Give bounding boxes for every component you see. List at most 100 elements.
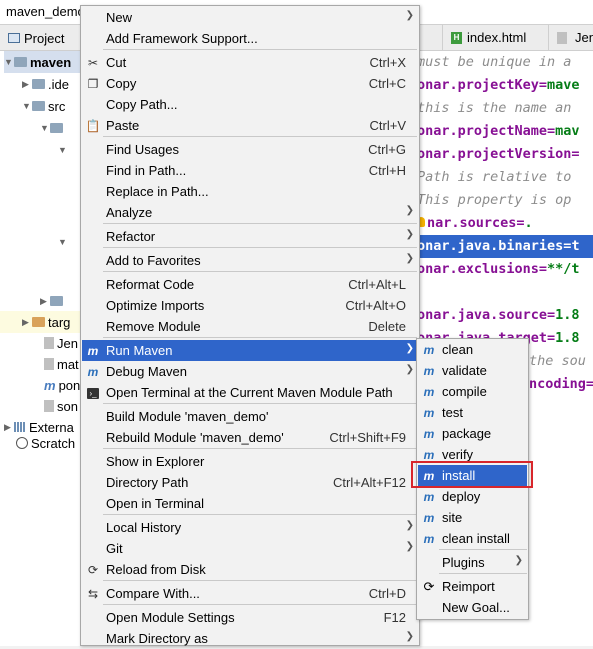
tree-item-sonar[interactable]: son [44,395,78,417]
menu-item-label: Compare With... [106,586,200,601]
menu-item-git[interactable]: Git ❯ [82,538,418,559]
tree-item-label: .ide [48,76,69,92]
code-line: must be unique in a [417,54,572,70]
menu-item-open-module-settings[interactable]: Open Module Settings F12 [82,607,418,628]
tree-item-scratches[interactable]: Scratch [16,432,75,454]
menu-item-shortcut: Ctrl+X [369,55,406,70]
menu-item-replace-in-path[interactable]: Replace in Path... [82,181,418,202]
menu-item-label: Reformat Code [106,277,195,292]
menu-item-label: Open in Terminal [106,496,205,511]
tree-item-pom[interactable]: m pon [44,374,80,396]
submenu-item-clean[interactable]: m clean [418,339,527,360]
tree-item-label: Scratch [31,435,76,451]
tree-item-sub2[interactable]: ▼ [58,231,68,253]
chevron-right-icon: ❯ [405,229,414,240]
cut-icon: ✂ [87,56,99,70]
menu-item-add-framework-support[interactable]: Add Framework Support... [82,28,418,49]
menu-item-paste[interactable]: 📋 Paste Ctrl+V [82,115,418,136]
tree-item-src[interactable]: ▼ src [22,95,65,117]
submenu-item-new-goal[interactable]: New Goal... [418,597,527,618]
menu-item-label: New [106,10,133,25]
code-line: the sou [529,353,586,369]
submenu-item-compile[interactable]: m compile [418,381,527,402]
menu-item-remove-module[interactable]: Remove Module Delete [82,316,418,337]
project-view-selector[interactable]: Project [8,29,64,47]
maven-goal-icon: m [423,385,435,399]
menu-item-find-in-path[interactable]: Find in Path... Ctrl+H [82,160,418,181]
tree-item-sub[interactable]: ▼ [58,139,68,161]
file-icon [557,31,567,44]
menu-item-label: Local History [106,520,182,535]
menu-item-new[interactable]: New ❯ [82,7,418,28]
submenu-item-test[interactable]: m test [418,402,527,423]
menu-item-label: Optimize Imports [106,298,205,313]
library-icon [14,422,26,432]
maven-debug-icon: m [87,365,99,379]
submenu-item-site[interactable]: m site [418,507,527,528]
menu-item-copy-path[interactable]: Copy Path... [82,94,418,115]
menu-item-label: Cut [106,55,127,70]
chevron-right-icon: ❯ [405,631,414,642]
code-line: onar.exclusions=**/t [417,261,580,277]
code-line: onar.projectKey=mave [417,77,580,93]
tree-item-label: maven [30,54,72,70]
menu-item-label: Copy Path... [106,97,178,112]
project-window-icon [8,33,20,43]
tree-item-jenkinsfile[interactable]: Jen [44,332,78,354]
submenu-item-package[interactable]: m package [418,423,527,444]
menu-item-analyze[interactable]: Analyze ❯ [82,202,418,223]
tab-label: index.html [467,30,527,45]
menu-item-open-in-terminal[interactable]: Open in Terminal [82,493,418,514]
menu-item-reformat-code[interactable]: Reformat Code Ctrl+Alt+L [82,274,418,295]
menu-item-local-history[interactable]: Local History ❯ [82,517,418,538]
menu-item-label: Add to Favorites [106,253,201,268]
compare-icon: ⇆ [87,587,99,601]
menu-item-refactor[interactable]: Refactor ❯ [82,226,418,247]
submenu-item-deploy[interactable]: m deploy [418,486,527,507]
tree-item-test[interactable]: ▶ [40,290,66,312]
menu-item-directory-path[interactable]: Directory Path Ctrl+Alt+F12 [82,472,418,493]
menu-item-label: Build Module 'maven_demo' [106,409,269,424]
menu-item-rebuild-module-maven-demo[interactable]: Rebuild Module 'maven_demo' Ctrl+Shift+F9 [82,427,418,448]
maven-goal-icon: m [423,406,435,420]
tree-item-target[interactable]: ▶ targ [0,311,82,333]
menu-item-add-to-favorites[interactable]: Add to Favorites ❯ [82,250,418,271]
chevron-right-icon: ❯ [405,343,414,354]
submenu-item-reimport[interactable]: ⟳ Reimport [418,576,527,597]
menu-item-build-module-maven-demo[interactable]: Build Module 'maven_demo' [82,406,418,427]
chevron-down-icon: ▼ [40,123,49,133]
menu-item-show-in-explorer[interactable]: Show in Explorer [82,451,418,472]
menu-item-compare-with[interactable]: ⇆ Compare With... Ctrl+D [82,583,418,604]
submenu-item-plugins[interactable]: Plugins ❯ [418,552,527,573]
tree-item-root[interactable]: ▼ maven [4,51,84,73]
tree-item-mat[interactable]: mat [44,353,79,375]
submenu-item-validate[interactable]: m validate [418,360,527,381]
menu-item-open-terminal-at-the-current-maven-module-path[interactable]: ›_ Open Terminal at the Current Maven Mod… [82,382,418,403]
chevron-right-icon: ❯ [405,364,414,375]
submenu-item-label: package [442,426,492,441]
menu-item-copy[interactable]: ❐ Copy Ctrl+C [82,73,418,94]
tree-item-idea[interactable]: ▶ .ide [22,73,69,95]
html-file-icon: H [451,31,462,44]
tab-index-html[interactable]: H index.html [442,25,535,50]
menu-item-run-maven[interactable]: m Run Maven ❯ [82,340,418,361]
menu-item-find-usages[interactable]: Find Usages Ctrl+G [82,139,418,160]
submenu-item-clean-install[interactable]: m clean install [418,528,527,549]
maven-goal-icon: m [423,427,435,441]
tree-item-label: son [57,398,78,414]
tree-item-main[interactable]: ▼ [40,117,66,139]
maven-run-icon: m [87,344,99,358]
menu-item-reload-from-disk[interactable]: ⟳ Reload from Disk [82,559,418,580]
menu-item-shortcut: Ctrl+Alt+O [345,298,406,313]
menu-separator [103,448,417,449]
menu-separator [103,49,417,50]
folder-icon [50,296,63,306]
code-line-selected: onar.java.binaries=t [417,235,593,258]
menu-item-debug-maven[interactable]: m Debug Maven ❯ [82,361,418,382]
menu-item-optimize-imports[interactable]: Optimize Imports Ctrl+Alt+O [82,295,418,316]
folder-icon [32,101,45,111]
menu-item-cut[interactable]: ✂ Cut Ctrl+X [82,52,418,73]
tab-jenkinsfile[interactable]: Jen [548,25,593,50]
submenu-item-label: site [442,510,463,525]
copy-icon: ❐ [87,77,99,91]
